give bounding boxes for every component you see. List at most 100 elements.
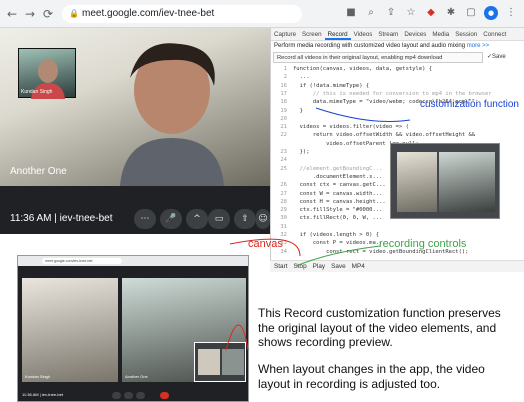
small-hangup-button [160,392,169,399]
avatar[interactable]: ● [484,6,498,20]
preview-video-1 [397,152,437,212]
main-video-tile: Kundan Singh Another One [0,28,270,186]
line-number: 22 [280,132,287,139]
line-text: if (!data.mimeType) { [293,82,370,89]
description-paragraph-2: When layout changes in the app, the vide… [258,362,485,391]
line-number: 18 [280,99,287,106]
save-recording-button[interactable]: Save [331,261,346,272]
tab-connect[interactable]: Connect [480,28,509,40]
code-line[interactable]: 22 return video.offsetWidth && video.off… [271,131,524,139]
line-text: videos = videos.filter(video => ( [293,124,409,131]
small-address-bar: meet.google.com/iev-tnee-bet [42,258,122,264]
play-button[interactable]: Play [313,261,325,272]
tab-videos[interactable]: Videos [351,28,376,40]
line-number: 2 [283,74,287,81]
canvas-label: canvas [248,238,283,250]
line-number: 24 [280,157,287,164]
code-line[interactable]: 21 videos = videos.filter(video => ( [271,123,524,131]
tab-screen[interactable]: Screen [299,28,325,40]
tab-capture[interactable]: Capture [271,28,299,40]
line-text: .documentElement.s... [293,173,383,180]
line-text: const ctx = canvas.getC... [293,182,386,189]
search-icon[interactable]: ⌕ [364,6,378,20]
line-number: 21 [280,124,287,131]
line-text: // this is needed for conversion to mp4 … [293,90,492,97]
address-bar[interactable]: 🔒 meet.google.com/iev-tnee-bet [62,5,302,23]
customization-function-label: customization function [420,99,519,110]
tab-session[interactable]: Session [452,28,480,40]
line-number: 31 [280,223,287,230]
line-number: 17 [280,90,287,97]
extension-icon[interactable]: ◆ [424,6,438,20]
small-tile2-name: Another One [125,374,148,379]
line-number: 1 [283,66,287,72]
browser-toolbar: ← → ⟳ 🔒 meet.google.com/iev-tnee-bet ■ ⌕… [0,0,524,28]
sidebar-icon[interactable]: ▢ [464,6,478,20]
small-preview-video-1 [198,349,220,375]
stop-button[interactable]: Stop [294,261,307,272]
meeting-time-code: 11:36 AM | iev-tnee-bet [10,213,113,224]
line-text: } [293,107,303,114]
line-text: if (videos.length > 0) { [293,232,380,238]
camera-button[interactable]: ▭ [208,209,230,229]
meet-control-bar: 11:36 AM | iev-tnee-bet ⋯ 🎤 ^ ▭ ⇧ ☺ [0,204,270,234]
line-number: 26 [280,182,287,189]
description-text: Perform media recording with customized … [274,43,466,49]
pip-name: Kundan Singh [21,89,53,95]
line-text: ... [293,74,310,81]
url-text: meet.google.com/iev-tnee-bet [82,8,215,19]
puzzle-icon[interactable]: ✱ [444,6,458,20]
reactions-button[interactable]: ☺ [256,209,270,229]
record-mode-select[interactable]: Record all videos in their original layo… [273,52,483,63]
speaker-name: Another One [10,166,67,177]
speaker-portrait [120,43,224,186]
mp4-button[interactable]: MP4 [352,261,365,272]
figure: ← → ⟳ 🔒 meet.google.com/iev-tnee-bet ■ ⌕… [0,0,524,402]
line-number: 28 [280,198,287,205]
tab-devices[interactable]: Devices [401,28,429,40]
line-number: 16 [280,82,287,89]
line-text: ctx.fillStyle = "#0000... [293,207,383,214]
line-number: 30 [280,215,287,222]
forward-icon[interactable]: → [22,6,38,22]
reload-icon[interactable]: ⟳ [40,6,56,22]
code-line[interactable]: 2 ... [271,73,524,81]
meet-window: Kundan Singh Another One 11:36 AM | iev-… [0,28,270,234]
line-text: const H = canvas.height... [293,198,386,205]
camera-options-button[interactable]: ^ [186,209,208,229]
tab-stream[interactable]: Stream [375,28,401,40]
menu-icon[interactable]: ⋮ [504,6,518,20]
small-recording-preview [194,342,246,382]
save-button[interactable]: ✓Save [487,52,521,63]
line-number: 29 [280,207,287,214]
panel-tabs: Capture Screen Record Videos Stream Devi… [271,28,524,41]
small-video-tile-1: Kundan Singh [22,278,118,382]
camera-icon[interactable]: ■ [344,6,358,20]
small-preview-video-2 [222,349,244,375]
line-text: const W = canvas.width... [293,190,383,197]
line-text: }); [293,149,310,155]
small-control-bar: 11:36 AM | iev-tnee-bet [18,388,248,401]
microphone-button[interactable]: 🎤 [160,209,182,229]
code-line[interactable]: 1 function(canvas, videos, data, getstyle… [271,65,524,73]
small-present-button [136,392,145,399]
tab-media[interactable]: Media [429,28,452,40]
code-line[interactable]: 20 [271,115,524,123]
more-link[interactable]: more >> [467,43,489,49]
back-icon[interactable]: ← [4,6,20,22]
share-icon[interactable]: ⇪ [384,6,398,20]
tab-record[interactable]: Record [324,28,351,40]
line-number: 20 [280,115,287,122]
code-line[interactable]: 16 if (!data.mimeType) { [271,82,524,90]
panel-description: Perform media recording with customized … [271,41,524,51]
start-button[interactable]: Start [274,261,288,272]
line-text: //element.getBoundingC... [293,165,383,172]
recording-preview [390,143,500,219]
code-line[interactable]: 17 // this is needed for conversion to m… [271,90,524,98]
line-number: 25 [280,165,287,172]
more-options-button[interactable]: ⋯ [134,209,156,229]
present-button[interactable]: ⇧ [234,209,256,229]
line-number: 27 [280,190,287,197]
star-icon[interactable]: ☆ [404,6,418,20]
code-line[interactable]: 31 [271,223,524,231]
